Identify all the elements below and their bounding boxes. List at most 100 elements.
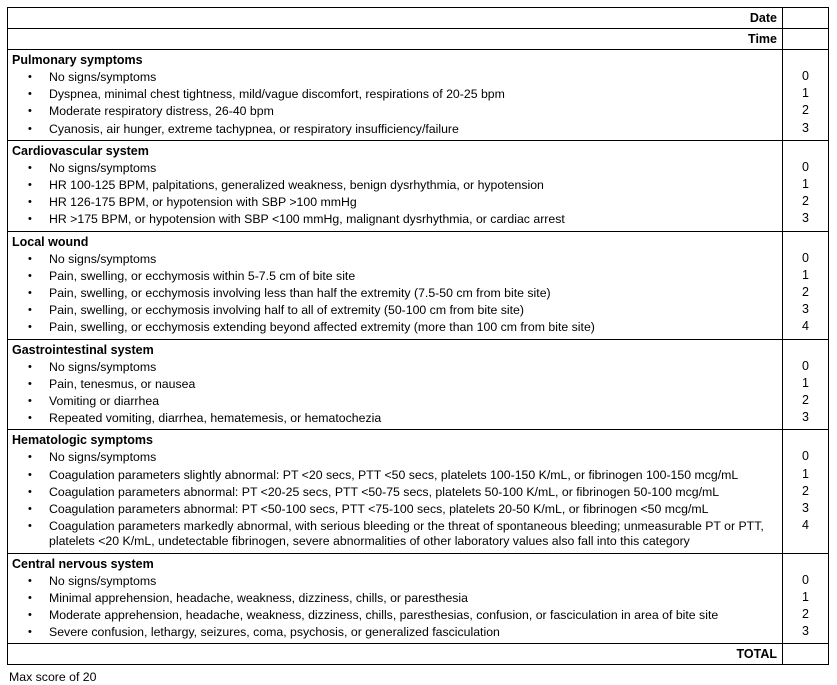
section-row: Pulmonary symptoms • No signs/symptoms • Dys… xyxy=(7,49,829,141)
criteria-item[interactable]: • Minimal apprehension, headache, weaknes… xyxy=(8,590,782,607)
criteria-text: Coagulation parameters markedly abnormal… xyxy=(49,519,764,549)
section-score-cell: 0 1 2 3 xyxy=(782,49,829,141)
bullet-icon: • xyxy=(28,609,32,622)
bullet-icon: • xyxy=(28,503,32,516)
section-title: Cardiovascular system xyxy=(12,143,149,158)
score-value: 0 xyxy=(802,449,809,464)
score-stack: 0 1 2 3 xyxy=(783,50,828,138)
criteria-text: Severe confusion, lethargy, seizures, co… xyxy=(49,625,500,640)
bullet-icon: • xyxy=(28,412,32,425)
criteria-text: Repeated vomiting, diarrhea, hematemesis… xyxy=(49,411,382,426)
score-value: 2 xyxy=(802,607,809,622)
section-row: Gastrointestinal system • No signs/symptom… xyxy=(7,338,829,431)
score-value: 0 xyxy=(802,358,809,373)
criteria-item[interactable]: • Pain, tenesmus, or nausea xyxy=(8,376,782,393)
criteria-item[interactable]: • HR >175 BPM, or hypotension with SBP <1… xyxy=(8,211,782,228)
bullet-icon: • xyxy=(28,179,32,192)
score-value: 3 xyxy=(802,501,809,516)
section-title: Central nervous system xyxy=(12,556,154,571)
criteria-item[interactable]: • HR 126-175 BPM, or hypotension with SBP… xyxy=(8,194,782,211)
criteria-item[interactable]: • Coagulation parameters abnormal: PT <50… xyxy=(8,501,782,518)
total-label: TOTAL xyxy=(7,643,783,666)
score-value: 1 xyxy=(802,177,809,191)
date-label: Date xyxy=(7,7,783,29)
section-title: Gastrointestinal system xyxy=(12,342,154,357)
date-input-cell[interactable] xyxy=(782,7,829,29)
criteria-item[interactable]: • No signs/symptoms xyxy=(8,160,782,177)
bullet-icon: • xyxy=(28,574,32,587)
score-stack: 0 1 2 3 4 xyxy=(783,430,828,535)
section-title: Hematologic symptoms xyxy=(12,433,154,448)
bullet-icon: • xyxy=(28,360,32,373)
scoring-sheet-page: Date Time Pulmonary symptoms • No signs/sy… xyxy=(0,0,837,684)
section-criteria-cell: Gastrointestinal system • No signs/symptom… xyxy=(7,338,783,431)
score-stack: 0 1 2 3 4 xyxy=(783,232,828,337)
bullet-icon: • xyxy=(28,485,32,498)
total-row: TOTAL xyxy=(7,643,829,666)
bullet-icon: • xyxy=(28,196,32,209)
time-input-cell[interactable] xyxy=(782,28,829,50)
bullet-icon: • xyxy=(28,287,32,300)
criteria-item[interactable]: • Coagulation parameters abnormal: PT <20… xyxy=(8,484,782,501)
score-stack: 0 1 2 3 xyxy=(783,340,828,428)
criteria-item[interactable]: • Pain, swelling, or ecchymosis within 5-… xyxy=(8,268,782,285)
score-value: 2 xyxy=(802,483,809,498)
bullet-icon: • xyxy=(28,88,32,101)
bullet-icon: • xyxy=(28,71,32,83)
criteria-list: • No signs/symptoms • Pain, swelling, or ec… xyxy=(8,251,782,339)
bullet-icon: • xyxy=(28,122,32,135)
total-value-cell[interactable] xyxy=(782,643,829,666)
criteria-item[interactable]: • Pain, swelling, or ecchymosis involving… xyxy=(8,285,782,302)
criteria-item[interactable]: • Severe confusion, lethargy, seizures, c… xyxy=(8,624,782,641)
criteria-text: Vomiting or diarrhea xyxy=(49,394,160,409)
criteria-item[interactable]: • Cyanosis, air hunger, extreme tachypnea… xyxy=(8,121,782,138)
bullet-icon: • xyxy=(28,269,32,282)
score-value: 1 xyxy=(802,375,809,390)
score-value: 3 xyxy=(802,211,809,226)
criteria-item[interactable]: • Pain, swelling, or ecchymosis extending… xyxy=(8,319,782,336)
criteria-item[interactable]: • Coagulation parameters slightly abnorma… xyxy=(8,467,782,484)
section-criteria-cell: Hematologic symptoms • No signs/symptoms • C… xyxy=(7,429,783,554)
section-row: Local wound • No signs/symptoms • Pain, swel… xyxy=(7,230,829,340)
bullet-icon: • xyxy=(28,451,32,464)
criteria-item[interactable]: • No signs/symptoms xyxy=(8,449,782,466)
bullet-icon: • xyxy=(28,468,32,481)
criteria-item[interactable]: • Coagulation parameters markedly abnorma… xyxy=(8,518,782,550)
criteria-item[interactable]: • Vomiting or diarrhea xyxy=(8,393,782,410)
table-body: Date Time Pulmonary symptoms • No signs/sy… xyxy=(7,7,829,666)
criteria-text: No signs/symptoms xyxy=(49,450,157,465)
criteria-item[interactable]: • Pain, swelling, or ecchymosis involving… xyxy=(8,302,782,319)
bullet-icon: • xyxy=(28,213,32,226)
criteria-item[interactable]: • No signs/symptoms xyxy=(8,359,782,376)
criteria-text: Dyspnea, minimal chest tightness, mild/v… xyxy=(49,87,505,102)
score-stack: 0 1 2 3 xyxy=(783,554,828,642)
criteria-text: HR 126-175 BPM, or hypotension with SBP … xyxy=(49,195,357,210)
criteria-text: Pain, tenesmus, or nausea xyxy=(49,376,196,391)
criteria-text: Minimal apprehension, headache, weakness… xyxy=(49,590,469,605)
section-title: Local wound xyxy=(12,234,89,249)
bullet-icon: • xyxy=(28,304,32,317)
bullet-icon: • xyxy=(28,520,32,533)
criteria-item[interactable]: • Moderate respiratory distress, 26-40 bp… xyxy=(8,103,782,120)
score-value: 2 xyxy=(802,194,809,209)
bullet-icon: • xyxy=(28,377,32,390)
score-value: 3 xyxy=(802,624,809,639)
criteria-text: Pain, swelling, or ecchymosis involving … xyxy=(49,286,551,301)
criteria-item[interactable]: • Moderate apprehension, headache, weakne… xyxy=(8,607,782,624)
criteria-text: HR >175 BPM, or hypotension with SBP <10… xyxy=(49,212,565,227)
criteria-item[interactable]: • Dyspnea, minimal chest tightness, mild/… xyxy=(8,86,782,103)
criteria-item[interactable]: • No signs/symptoms xyxy=(8,251,782,268)
criteria-list: • No signs/symptoms • Dyspnea, minimal ches… xyxy=(8,69,782,140)
criteria-list: • No signs/symptoms • Coagulation parameter… xyxy=(8,449,782,552)
section-row: Cardiovascular system • No signs/symptoms •… xyxy=(7,139,829,232)
criteria-item[interactable]: • No signs/symptoms xyxy=(8,573,782,590)
criteria-item[interactable]: • HR 100-125 BPM, palpitations, generaliz… xyxy=(8,177,782,194)
time-label: Time xyxy=(7,28,783,50)
max-score-footnote: Max score of 20 xyxy=(9,670,97,685)
score-value: 2 xyxy=(802,393,809,408)
criteria-text: Cyanosis, air hunger, extreme tachypnea,… xyxy=(49,121,459,136)
bullet-icon: • xyxy=(28,252,32,265)
criteria-item[interactable]: • Repeated vomiting, diarrhea, hematemesi… xyxy=(8,410,782,427)
bullet-icon: • xyxy=(28,321,32,334)
criteria-item[interactable]: • No signs/symptoms xyxy=(8,69,782,86)
